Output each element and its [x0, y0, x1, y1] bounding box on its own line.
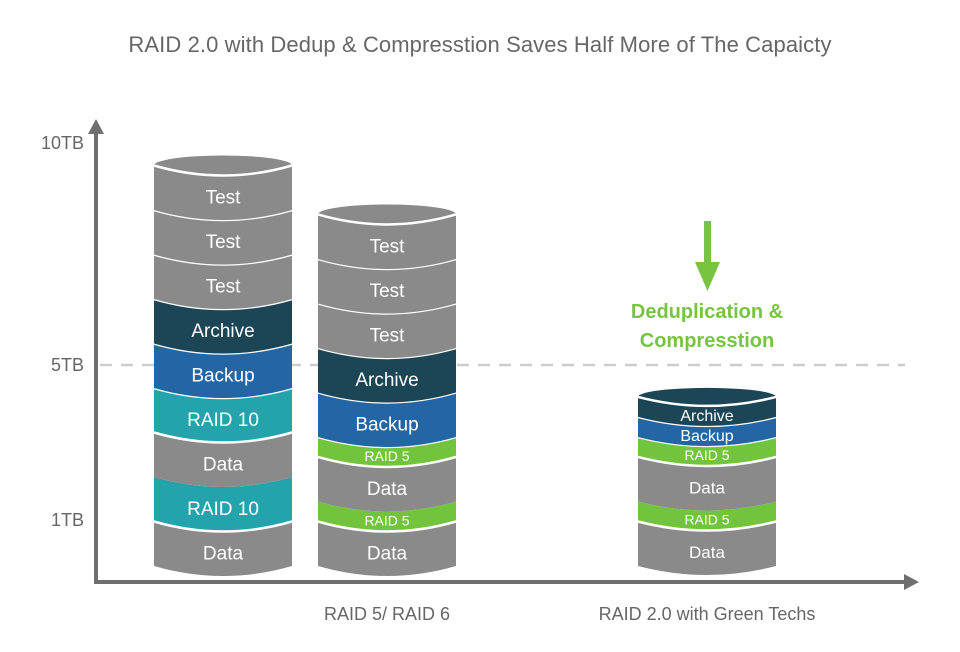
segment-label: Test — [370, 281, 406, 302]
cylinder-top-cap — [638, 387, 776, 406]
y-axis-arrow-icon — [88, 119, 104, 134]
arrow-head — [695, 262, 720, 291]
segment-label: Data — [367, 479, 408, 500]
cylinder-column-2: Data RAID 5 Data RAID 5 Backup Archive Test Tes… — [317, 204, 457, 576]
segment-label: RAID 5 — [364, 513, 409, 529]
segment-label: Data — [203, 455, 244, 476]
cylinder-top-cap — [154, 155, 292, 176]
segment-label: Test — [370, 237, 406, 258]
x-label-raid2-green: RAID 2.0 with Green Techs — [598, 604, 816, 624]
segment-label: RAID 5 — [684, 447, 729, 463]
y-tick-5tb: 5TB — [50, 355, 84, 375]
x-label-raid5-raid6: RAID 5/ RAID 6 — [323, 604, 451, 624]
segment-label: Data — [689, 478, 725, 497]
segment-label: Backup — [680, 428, 733, 445]
cylinder-top-cap — [318, 204, 456, 225]
annotation-line-1: Deduplication & — [630, 301, 784, 323]
segment-label: Backup — [191, 366, 254, 387]
segment-label: RAID 10 — [187, 410, 259, 431]
segment-label: Archive — [680, 408, 733, 425]
annotation-line-2: Compresstion — [639, 330, 775, 352]
segment-label: Data — [203, 544, 244, 565]
segment-label: Test — [206, 232, 242, 253]
segment-label: Archive — [191, 321, 254, 342]
segment-label: Data — [689, 543, 725, 562]
segment-label: Test — [206, 188, 242, 209]
segment-label: Archive — [355, 370, 418, 391]
segment-label: RAID 5 — [364, 448, 409, 464]
segment-label: Backup — [355, 415, 418, 436]
arrow-shaft — [704, 221, 711, 263]
x-axis-arrow-icon — [904, 574, 919, 590]
cylinder-column-3: Data RAID 5 Data RAID 5 Backup Archive — [637, 387, 777, 575]
segment-label: RAID 5 — [684, 512, 729, 528]
segment-label: Test — [370, 326, 406, 347]
y-tick-10tb: 10TB — [40, 133, 84, 153]
segment-label: Test — [206, 277, 242, 298]
y-tick-1tb: 1TB — [50, 510, 84, 530]
cylinder-column-1: Data RAID 10 Data RAID 10 Backup Archive Test T… — [153, 155, 293, 576]
down-arrow-icon — [695, 221, 720, 291]
segment-label: RAID 10 — [187, 499, 259, 520]
dedup-annotation: Deduplication & Compresstion — [577, 298, 837, 356]
segment-label: Data — [367, 544, 408, 565]
